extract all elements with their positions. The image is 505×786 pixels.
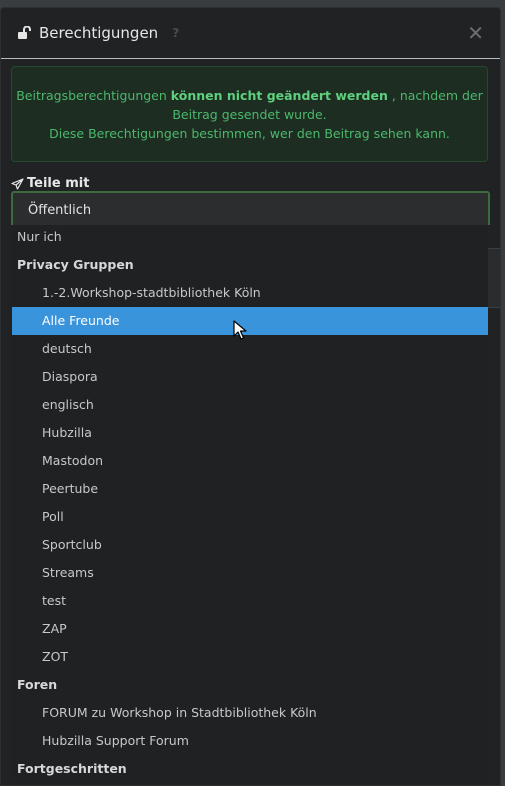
modal-title: Berechtigungen bbox=[39, 24, 159, 42]
share-with-dropdown[interactable]: Nur ich Privacy Gruppen 1.-2.Workshop-st… bbox=[12, 225, 488, 782]
background-panel-edge bbox=[488, 248, 500, 308]
mouse-pointer-icon bbox=[233, 320, 247, 340]
option-alle-freunde-highlighted[interactable]: Alle Freunde bbox=[12, 307, 488, 335]
unlock-icon bbox=[17, 25, 33, 40]
share-with-text: Teile mit bbox=[27, 176, 90, 191]
alert-line-1: Beitragsberechtigungen können nicht geän… bbox=[12, 86, 487, 105]
alert-text-1: Beitragsberechtigungen bbox=[16, 88, 167, 103]
modal-header: Berechtigungen ? ✕ bbox=[1, 8, 500, 59]
alert-text-2: , nachdem der bbox=[391, 88, 483, 103]
option-privacy-group[interactable]: Sportclub bbox=[12, 531, 488, 559]
permissions-modal: Berechtigungen ? ✕ Beitragsberechtigunge… bbox=[0, 7, 501, 786]
optgroup-foren: Foren bbox=[17, 677, 58, 692]
option-privacy-group[interactable]: ZOT bbox=[12, 643, 488, 671]
alert-bold-text: können nicht geändert werden bbox=[170, 88, 388, 103]
share-with-label: Teile mit bbox=[11, 176, 89, 191]
alert-line-2: Beitrag gesendet wurde. bbox=[172, 107, 327, 122]
option-privacy-group[interactable]: Hubzilla bbox=[12, 419, 488, 447]
option-privacy-group[interactable]: Diaspora bbox=[12, 363, 488, 391]
optgroup-fortgeschritten: Fortgeschritten bbox=[17, 761, 127, 776]
option-privacy-group[interactable]: englisch bbox=[12, 391, 488, 419]
permissions-info-alert: Beitragsberechtigungen können nicht geän… bbox=[11, 66, 488, 162]
option-nur-ich[interactable]: Nur ich bbox=[12, 225, 488, 251]
option-forum[interactable]: Hubzilla Support Forum bbox=[12, 727, 488, 755]
share-with-select[interactable]: Öffentlich bbox=[11, 191, 490, 225]
close-icon[interactable]: ✕ bbox=[467, 23, 484, 43]
option-privacy-group[interactable]: deutsch bbox=[12, 335, 488, 363]
select-value: Öffentlich bbox=[28, 203, 92, 218]
option-privacy-group[interactable]: Streams bbox=[12, 559, 488, 587]
option-privacy-group[interactable]: Poll bbox=[12, 503, 488, 531]
optgroup-privacy-gruppen: Privacy Gruppen bbox=[17, 257, 134, 272]
alert-line-3: Diese Berechtigungen bestimmen, wer den … bbox=[49, 126, 450, 141]
option-privacy-group[interactable]: Mastodon bbox=[12, 447, 488, 475]
option-privacy-group[interactable]: test bbox=[12, 587, 488, 615]
option-forum[interactable]: FORUM zu Workshop in Stadtbibliothek Köl… bbox=[12, 699, 488, 727]
option-privacy-group[interactable]: Peertube bbox=[12, 475, 488, 503]
option-privacy-group[interactable]: 1.-2.Workshop-stadtbibliothek Köln bbox=[12, 279, 488, 307]
help-icon[interactable]: ? bbox=[172, 26, 179, 40]
paper-plane-icon bbox=[11, 177, 24, 190]
option-privacy-group[interactable]: ZAP bbox=[12, 615, 488, 643]
